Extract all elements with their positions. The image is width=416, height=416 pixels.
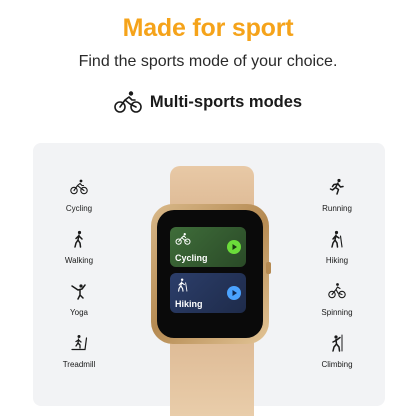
mode-treadmill: Treadmill: [44, 334, 114, 369]
running-icon: [329, 178, 344, 195]
mode-running: Running: [302, 178, 372, 213]
mode-hiking: Hiking: [302, 230, 372, 265]
mode-label: Cycling: [65, 204, 93, 213]
mode-label: Hiking: [325, 256, 349, 265]
watch-card-cycling[interactable]: Cycling: [170, 227, 246, 267]
watch-card-label: Cycling: [175, 253, 208, 263]
mode-label: Yoga: [70, 308, 88, 317]
section-heading: Multi-sports modes: [0, 90, 416, 114]
watch-band-bottom: [170, 332, 254, 416]
climbing-icon: [332, 334, 343, 352]
mode-label: Treadmill: [62, 360, 96, 369]
cycling-icon: [175, 233, 191, 245]
mode-climbing: Climbing: [302, 334, 372, 369]
mode-label: Walking: [64, 256, 94, 265]
hiking-icon: [178, 278, 188, 292]
cyclist-icon: [114, 91, 142, 113]
play-icon: [227, 286, 241, 300]
mode-walking: Walking: [44, 230, 114, 265]
mode-label: Running: [322, 204, 352, 213]
treadmill-icon: [71, 335, 88, 351]
mode-label: Climbing: [321, 360, 353, 369]
yoga-icon: [71, 284, 86, 300]
watch-card-hiking[interactable]: Hiking: [170, 273, 246, 313]
cycling-icon: [70, 179, 88, 195]
subline: Find the sports mode of your choice.: [78, 53, 338, 70]
mode-spinning: Spinning: [302, 282, 372, 317]
walking-icon: [74, 230, 83, 248]
spinning-icon: [328, 283, 346, 299]
watch-crown: [266, 262, 271, 274]
headline: Made for sport: [122, 14, 294, 42]
mode-yoga: Yoga: [44, 282, 114, 317]
hiking-icon: [331, 230, 343, 248]
mode-label: Spinning: [321, 308, 353, 317]
mode-cycling: Cycling: [44, 178, 114, 213]
play-icon: [227, 240, 241, 254]
section-title: Multi-sports modes: [149, 92, 303, 111]
watch-card-label: Hiking: [175, 299, 203, 309]
